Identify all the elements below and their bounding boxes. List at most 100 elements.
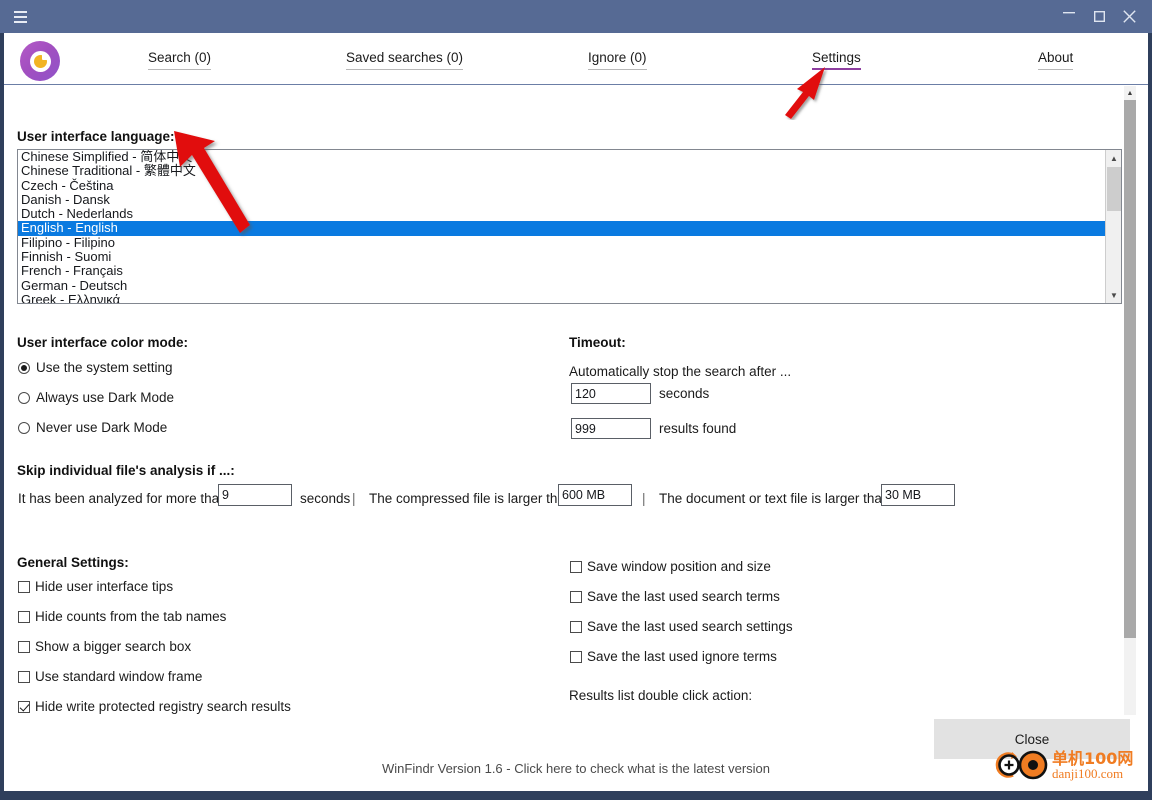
radio-label: Never use Dark Mode: [36, 420, 168, 435]
checkbox-label: Hide counts from the tab names: [35, 609, 227, 624]
checkbox-unchecked-icon: [18, 610, 30, 623]
checkbox-option[interactable]: Show a bigger search box: [18, 639, 191, 654]
nav-tabs: Search (0) Saved searches (0) Ignore (0)…: [100, 33, 1130, 85]
settings-content: User interface language: Chinese Simplif…: [4, 86, 1136, 760]
checkbox-unchecked-icon: [18, 670, 30, 683]
winfindr-logo-icon: [20, 41, 60, 81]
footer: Close WinFindr Version 1.6 - Click here …: [4, 715, 1148, 791]
version-link[interactable]: WinFindr Version 1.6 - Click here to che…: [4, 761, 1148, 776]
checkbox-option[interactable]: Hide write protected registry search res…: [18, 699, 291, 714]
skip-analyzed-label: It has been analyzed for more than: [18, 491, 227, 506]
checkbox-unchecked-icon: [18, 640, 30, 653]
radio-checked-icon: [18, 361, 30, 374]
main-scrollbar[interactable]: ▲ ▼: [1124, 86, 1136, 760]
tab-search[interactable]: Search (0): [148, 50, 212, 70]
language-option[interactable]: English - English: [18, 221, 1106, 236]
checkbox-unchecked-icon: [570, 560, 582, 573]
timeout-description: Automatically stop the search after ...: [569, 364, 792, 379]
tab-settings[interactable]: Settings: [812, 50, 861, 70]
radio-option[interactable]: Always use Dark Mode: [18, 390, 174, 405]
radio-label: Use the system setting: [36, 360, 173, 375]
checkbox-label: Save the last used search terms: [587, 589, 780, 604]
language-listbox[interactable]: Chinese Simplified - 简体中文 Chinese Traditi…: [17, 149, 1122, 304]
watermark-cn: 单机100网: [1052, 748, 1134, 768]
checkbox-option[interactable]: Save the last used search settings: [570, 619, 793, 634]
timeout-results-label: results found: [659, 421, 737, 436]
language-scrollbar-thumb[interactable]: [1107, 167, 1121, 211]
language-scroll-down-icon[interactable]: ▼: [1106, 287, 1121, 303]
language-option[interactable]: Chinese Traditional - 繁體中文: [18, 163, 1106, 178]
logo-inner-ring: [29, 50, 51, 72]
checkbox-option[interactable]: Hide counts from the tab names: [18, 609, 226, 624]
application-window: Search (0) Saved searches (0) Ignore (0)…: [0, 0, 1152, 800]
skip-analyzed-unit: seconds: [300, 491, 351, 506]
main-scrollbar-thumb[interactable]: [1124, 100, 1136, 638]
language-option[interactable]: Greek - Ελληνικά: [18, 292, 1106, 303]
skip-compressed-input[interactable]: [558, 484, 632, 506]
radio-label: Always use Dark Mode: [36, 390, 175, 405]
checkbox-option[interactable]: Hide user interface tips: [18, 579, 173, 594]
language-option[interactable]: Danish - Dansk: [18, 192, 1106, 207]
timeout-seconds-label: seconds: [659, 386, 710, 401]
checkbox-label: Hide user interface tips: [35, 579, 174, 594]
tab-ignore[interactable]: Ignore (0): [588, 50, 647, 70]
checkbox-label: Save the last used search settings: [587, 619, 793, 634]
radio-unchecked-icon: [18, 421, 30, 434]
checkbox-label: Save window position and size: [587, 559, 771, 574]
checkbox-unchecked-icon: [570, 620, 582, 633]
language-list-scrollbar[interactable]: ▲ ▼: [1105, 150, 1121, 303]
tab-about[interactable]: About: [1038, 50, 1074, 70]
language-option[interactable]: Czech - Čeština: [18, 178, 1106, 193]
title-bar: [0, 0, 1152, 33]
language-option[interactable]: French - Français: [18, 264, 1106, 279]
general-settings-heading: General Settings:: [17, 555, 129, 570]
radio-unchecked-icon: [18, 391, 30, 404]
settings-scroll-area: User interface language: Chinese Simplif…: [4, 86, 1148, 791]
skip-document-input[interactable]: [881, 484, 955, 506]
skip-separator-1: |: [352, 491, 356, 506]
timeout-heading: Timeout:: [569, 335, 626, 350]
checkbox-checked-icon: [18, 700, 30, 713]
skip-analyzed-input[interactable]: [218, 484, 292, 506]
timeout-results-input[interactable]: [571, 418, 651, 439]
window-body: Search (0) Saved searches (0) Ignore (0)…: [4, 33, 1148, 791]
double-click-heading: Results list double click action:: [569, 688, 753, 703]
checkbox-label: Use standard window frame: [35, 669, 203, 684]
language-list[interactable]: Chinese Simplified - 简体中文 Chinese Traditi…: [18, 150, 1106, 303]
tab-saved-searches[interactable]: Saved searches (0): [346, 50, 464, 70]
checkbox-option[interactable]: Save the last used search terms: [570, 589, 780, 604]
close-window-icon[interactable]: [1114, 0, 1144, 33]
language-option[interactable]: German - Deutsch: [18, 278, 1106, 293]
app-header: Search (0) Saved searches (0) Ignore (0)…: [4, 33, 1148, 85]
language-option[interactable]: Chinese Simplified - 简体中文: [18, 150, 1106, 164]
minimize-icon[interactable]: [1054, 0, 1084, 33]
skip-compressed-label: The compressed file is larger than: [369, 491, 573, 506]
language-option[interactable]: Dutch - Nederlands: [18, 206, 1106, 221]
checkbox-label: Save the last used ignore terms: [587, 649, 777, 664]
skip-document-label: The document or text file is larger than: [659, 491, 890, 506]
maximize-icon[interactable]: [1084, 0, 1114, 33]
skip-analysis-heading: Skip individual file's analysis if ...:: [17, 463, 235, 478]
language-option[interactable]: Filipino - Filipino: [18, 235, 1106, 250]
site-watermark: 单机100网 danji100.com: [994, 745, 1142, 785]
checkbox-option[interactable]: Use standard window frame: [18, 669, 202, 684]
checkbox-label: Show a bigger search box: [35, 639, 192, 654]
checkbox-option[interactable]: Save the last used ignore terms: [570, 649, 777, 664]
watermark-text: 单机100网 danji100.com: [1052, 748, 1134, 780]
checkbox-option[interactable]: Save window position and size: [570, 559, 771, 574]
language-heading: User interface language:: [17, 129, 175, 144]
hamburger-menu-icon[interactable]: [0, 0, 40, 33]
watermark-logo-icon: [995, 750, 1048, 780]
radio-option[interactable]: Use the system setting: [18, 360, 173, 375]
checkbox-unchecked-icon: [18, 580, 30, 593]
language-option[interactable]: Finnish - Suomi: [18, 249, 1106, 264]
color-mode-heading: User interface color mode:: [17, 335, 189, 350]
checkbox-label: Hide write protected registry search res…: [35, 699, 291, 714]
timeout-seconds-input[interactable]: [571, 383, 651, 404]
checkbox-unchecked-icon: [570, 650, 582, 663]
radio-option[interactable]: Never use Dark Mode: [18, 420, 167, 435]
language-scroll-up-icon[interactable]: ▲: [1106, 150, 1121, 166]
checkbox-unchecked-icon: [570, 590, 582, 603]
skip-separator-2: |: [642, 491, 646, 506]
main-scroll-up-icon[interactable]: ▲: [1124, 86, 1136, 100]
